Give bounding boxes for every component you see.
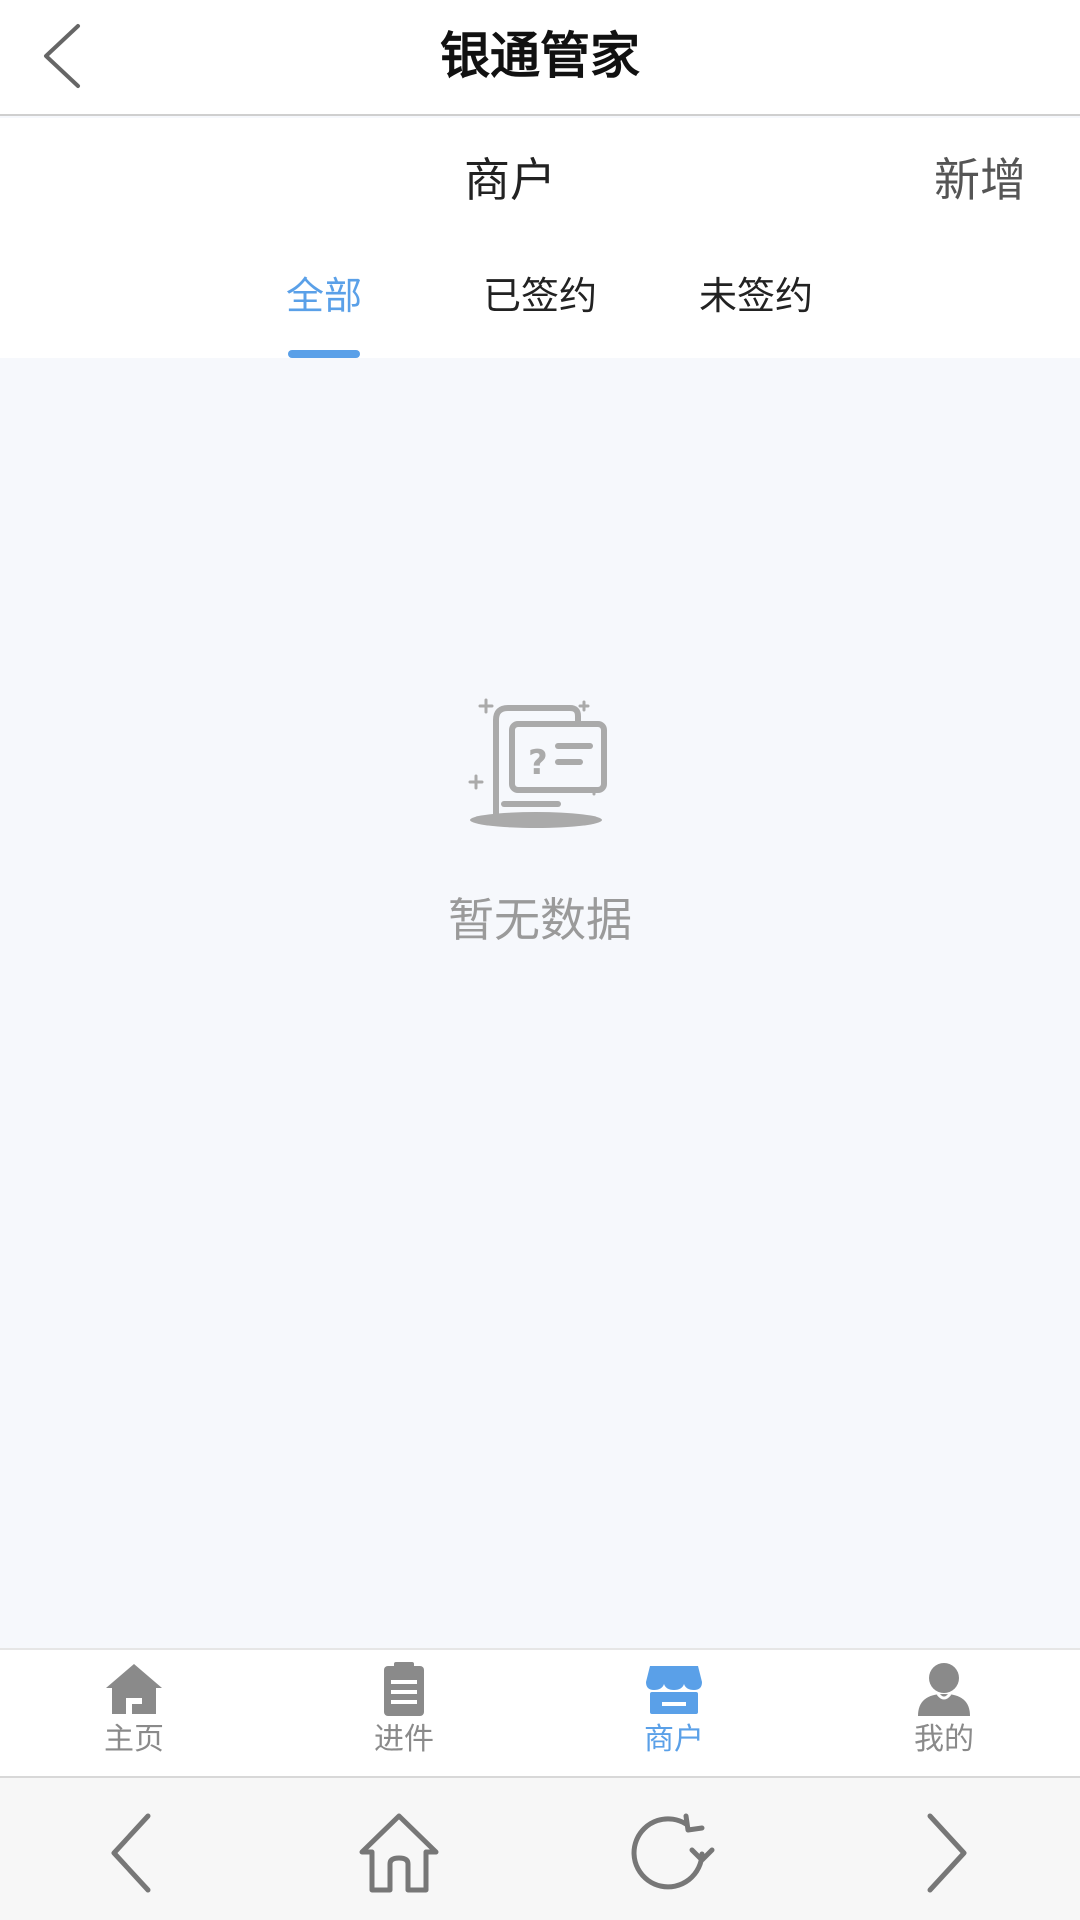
user-icon	[918, 1663, 970, 1716]
empty-state: ? 暂无数据	[0, 358, 1080, 1648]
tab-signed[interactable]: 已签约	[474, 268, 606, 348]
tab-all[interactable]: 全部	[270, 268, 378, 348]
add-merchant-button[interactable]: 新增	[934, 150, 1026, 210]
clipboard-icon	[384, 1662, 424, 1716]
svg-text:?: ?	[528, 743, 548, 783]
tabbar-item-application[interactable]: 进件	[344, 1662, 464, 1772]
empty-message: 暂无数据	[448, 893, 632, 947]
merchant-header: 商户 新增 全部 已签约 未签约	[0, 118, 1080, 358]
page-title: 银通管家	[440, 27, 640, 85]
filter-tabs: 全部 已签约 未签约	[0, 268, 1080, 348]
bottom-tab-bar: 主页 进件 商户 我的	[0, 1648, 1080, 1776]
tabbar-label: 主页	[104, 1722, 164, 1757]
store-icon	[646, 1666, 702, 1714]
tabbar-item-merchant[interactable]: 商户	[614, 1662, 734, 1772]
tab-unsigned[interactable]: 未签约	[690, 268, 822, 348]
home-icon[interactable]	[354, 1808, 444, 1898]
tabbar-label: 商户	[644, 1722, 704, 1757]
browser-nav-bar	[0, 1776, 1080, 1920]
app-top-bar: 银通管家	[0, 0, 1080, 116]
forward-icon[interactable]	[900, 1808, 990, 1898]
tabbar-item-home[interactable]: 主页	[74, 1662, 194, 1772]
tabbar-label: 进件	[374, 1722, 434, 1757]
tabbar-item-mine[interactable]: 我的	[884, 1662, 1004, 1772]
no-data-icon: ?	[468, 698, 607, 828]
back-icon[interactable]	[88, 1808, 178, 1898]
home-icon	[106, 1664, 162, 1714]
tabbar-label: 我的	[914, 1722, 974, 1757]
section-title: 商户	[464, 153, 556, 207]
active-tab-indicator	[288, 350, 360, 358]
refresh-icon[interactable]	[626, 1808, 716, 1898]
